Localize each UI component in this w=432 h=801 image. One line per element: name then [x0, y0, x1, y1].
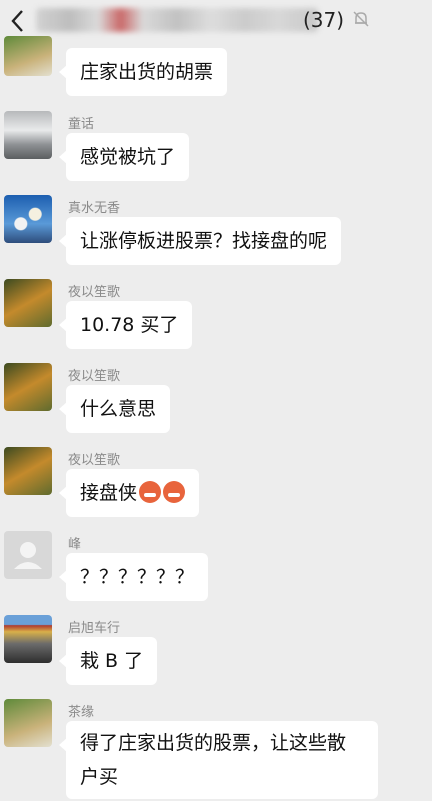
sender-name: 夜以笙歌 — [68, 285, 121, 300]
message-bubble[interactable]: 感觉被坑了 — [58, 133, 190, 181]
chevron-left-icon[interactable] — [4, 6, 34, 36]
avatar[interactable] — [4, 615, 52, 663]
angry-face-icon — [163, 481, 186, 503]
avatar[interactable] — [4, 363, 52, 411]
sender-name: 夜以笙歌 — [68, 453, 121, 468]
message-bubble[interactable]: 栽 B 了 — [58, 637, 158, 685]
message-bubble[interactable]: 什么意思 — [58, 385, 171, 433]
angry-face-icon — [139, 481, 162, 503]
chat-member-count: (37) — [303, 8, 345, 32]
avatar[interactable] — [4, 699, 52, 747]
message-bubble[interactable]: ？？？？？？ — [58, 553, 209, 601]
sender-name: 童话 — [68, 117, 95, 132]
avatar[interactable] — [4, 531, 52, 579]
message-bubble[interactable]: 10.78 买了 — [58, 301, 193, 349]
avatar[interactable] — [4, 36, 52, 76]
chat-header: (37) — [0, 0, 432, 44]
message-bubble[interactable]: 让涨停板进股票？找接盘的呢 — [58, 217, 342, 265]
message-bubble[interactable]: 庄家出货的胡票 — [58, 48, 228, 96]
avatar[interactable] — [4, 279, 52, 327]
chat-title-blurred — [36, 8, 318, 32]
message-bubble[interactable]: 得了庄家出货的股票，让这些散户买 — [59, 721, 378, 799]
avatar[interactable] — [4, 447, 52, 495]
sender-name: 峰 — [68, 537, 82, 552]
message-text: 接盘侠 — [80, 482, 138, 504]
bell-off-icon — [353, 11, 369, 27]
sender-name: 茶缘 — [68, 705, 95, 720]
sender-name: 真水无香 — [68, 201, 121, 216]
default-user-icon — [14, 542, 42, 569]
avatar[interactable] — [4, 195, 52, 243]
sender-name: 夜以笙歌 — [68, 369, 121, 384]
sender-name: 启旭车行 — [68, 621, 121, 636]
message-bubble[interactable]: 接盘侠 — [58, 469, 200, 517]
avatar[interactable] — [4, 111, 52, 159]
